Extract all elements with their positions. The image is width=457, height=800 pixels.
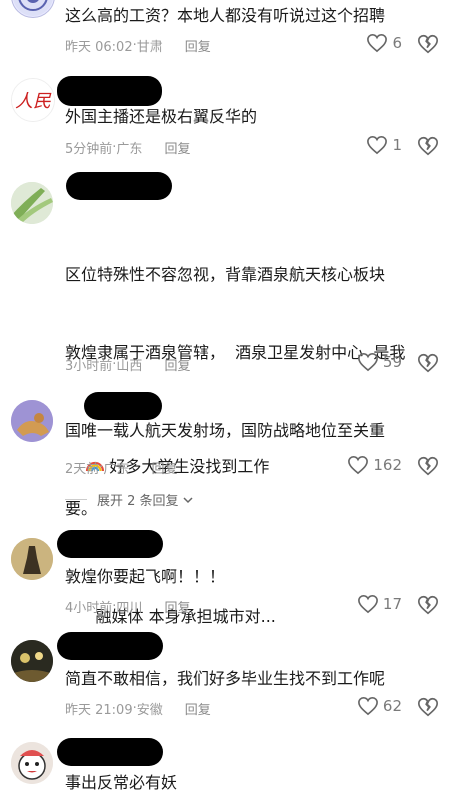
dislike-icon[interactable]: [417, 135, 439, 157]
comment-text: 这么高的工资？本地人都没有听说过这个招聘: [65, 6, 386, 25]
avatar-emblem-icon: [13, 0, 53, 16]
dislike-icon[interactable]: [417, 696, 439, 718]
reply-button[interactable]: 回复: [151, 458, 177, 477]
like-button[interactable]: 17: [357, 594, 402, 614]
comment-2: 人民 外国主播还是极右翼反华的 5分钟前 · 广东 回复 1: [0, 72, 457, 162]
comment-location: 安徽: [136, 703, 163, 718]
username-redaction: [57, 632, 163, 660]
avatar-image: [11, 400, 53, 442]
like-count: 17: [382, 595, 402, 613]
expand-replies-label: 展开 2 条回复: [97, 494, 179, 509]
avatar[interactable]: [11, 640, 53, 682]
reply-button[interactable]: 回复: [164, 597, 190, 616]
divider: [65, 499, 87, 500]
heart-outline-icon: [367, 135, 388, 155]
like-button[interactable]: 62: [357, 696, 402, 716]
comment-location: 广东: [116, 142, 143, 157]
like-count: 1: [392, 136, 402, 154]
like-count: 162: [373, 456, 402, 474]
like-button[interactable]: 6: [366, 33, 402, 53]
comment-location: 山西: [116, 359, 143, 374]
comment-7: 事出反常必有妖: [0, 732, 457, 800]
comment-time: 3小时前: [65, 359, 113, 374]
avatar[interactable]: [11, 182, 53, 224]
comment-meta: 3小时前 · 山西 回复: [65, 355, 190, 374]
avatar-image: [11, 538, 53, 580]
heart-outline-icon: [367, 33, 388, 53]
comment-time: 昨天 21:09: [65, 703, 133, 718]
like-button[interactable]: 1: [366, 135, 402, 155]
comment-3: 区位特殊性不容忽视，背靠酒泉航天核心板块 敦煌隶属于酒泉管辖， 酒泉卫星发射中心…: [0, 172, 457, 652]
avatar[interactable]: [11, 0, 55, 18]
reply-button[interactable]: 回复: [185, 36, 211, 55]
comment-meta: 5分钟前 · 广东 回复: [65, 138, 190, 157]
dislike-icon[interactable]: [417, 455, 439, 477]
comment-time: 2天前: [65, 462, 100, 477]
comment-meta: 4小时前 · 四川 回复: [65, 597, 190, 616]
avatar[interactable]: [11, 400, 53, 442]
comment-time: 昨天 06:02: [65, 40, 133, 55]
username-redaction: [84, 392, 162, 420]
heart-outline-icon: [357, 352, 378, 372]
like-count: 59: [382, 353, 402, 371]
svg-text:人民: 人民: [15, 91, 52, 112]
dislike-icon[interactable]: [417, 352, 439, 374]
comment-text: 简直不敢相信，我们好多毕业生找不到工作呢: [65, 669, 386, 688]
avatar-image: [11, 640, 53, 682]
reply-button[interactable]: 回复: [164, 138, 190, 157]
comment-text: 事出反常必有妖: [65, 773, 178, 792]
reply-button[interactable]: 回复: [164, 355, 190, 374]
like-count: 62: [382, 697, 402, 715]
comment-location: 甘肃: [136, 40, 163, 55]
comment-4: 好多大学生没找到工作 2天前 · 广东 回复 162 展开 2 条回复: [0, 390, 457, 520]
comment-meta: 昨天 21:09 · 安徽 回复: [65, 699, 211, 718]
username-redaction: [57, 530, 163, 558]
comment-line: 区位特殊性不容忽视，背靠酒泉航天核心板块: [65, 265, 386, 284]
username-redaction: [66, 172, 172, 200]
like-button[interactable]: 59: [357, 352, 402, 372]
comment-6: 简直不敢相信，我们好多毕业生找不到工作呢 昨天 21:09 · 安徽 回复 62: [0, 628, 457, 728]
username-redaction: [57, 76, 162, 106]
expand-replies-button[interactable]: 展开 2 条回复: [65, 490, 194, 509]
dislike-icon[interactable]: [417, 33, 439, 55]
comment-1: 这么高的工资？本地人都没有听说过这个招聘 昨天 06:02 · 甘肃 回复 6: [0, 0, 457, 60]
username-redaction: [57, 738, 163, 766]
comment-text: 敦煌你要起飞啊！！！: [65, 567, 226, 586]
comment-time: 4小时前: [65, 601, 113, 616]
heart-outline-icon: [357, 696, 378, 716]
avatar[interactable]: [11, 742, 53, 784]
reply-button[interactable]: 回复: [185, 699, 211, 718]
comment-meta: 2天前 · 广东 回复: [65, 458, 177, 477]
heart-outline-icon: [357, 594, 378, 614]
comment-meta: 昨天 06:02 · 甘肃 回复: [65, 36, 211, 55]
like-button[interactable]: 162: [347, 455, 402, 475]
avatar[interactable]: 人民: [11, 78, 55, 122]
avatar-image: [11, 742, 53, 784]
avatar-logo: 人民: [12, 79, 54, 121]
avatar-image: [11, 182, 53, 224]
heart-outline-icon: [348, 455, 369, 475]
like-count: 6: [392, 34, 402, 52]
comment-location: 广东: [103, 462, 130, 477]
comment-location: 四川: [116, 601, 143, 616]
dislike-icon[interactable]: [417, 594, 439, 616]
avatar[interactable]: [11, 538, 53, 580]
chevron-down-icon: [183, 496, 193, 503]
comment-text: 外国主播还是极右翼反华的: [65, 107, 258, 126]
comment-5: 敦煌你要起飞啊！！！ 4小时前 · 四川 回复 17: [0, 528, 457, 628]
comment-time: 5分钟前: [65, 142, 113, 157]
